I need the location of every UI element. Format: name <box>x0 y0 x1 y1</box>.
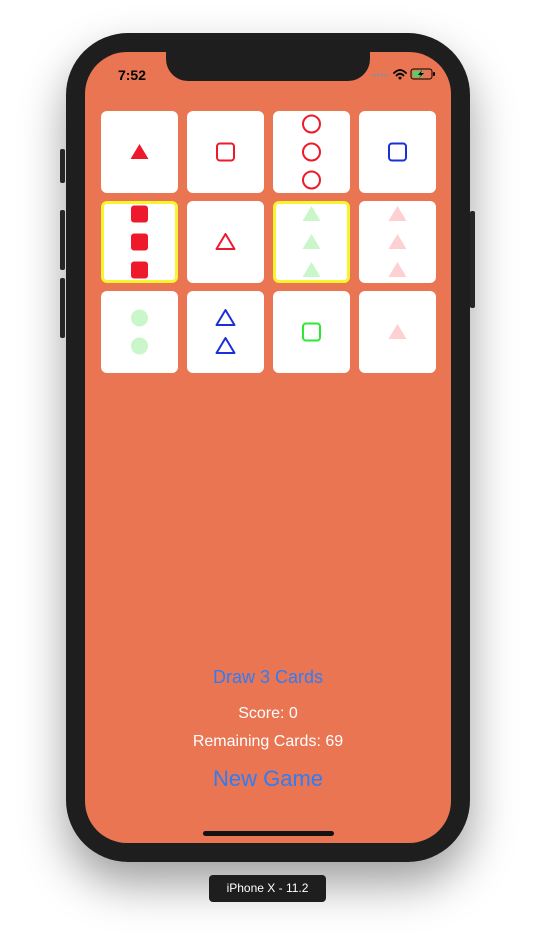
mute-switch <box>60 149 65 183</box>
circle-symbol-icon <box>131 309 148 327</box>
triangle-symbol-icon <box>130 144 149 159</box>
signal-icon <box>372 73 388 77</box>
triangle-symbol-icon <box>388 206 407 221</box>
card-symbols <box>302 206 321 277</box>
set-card[interactable] <box>359 291 436 373</box>
triangle-symbol-icon <box>388 262 407 277</box>
card-symbols <box>302 322 321 342</box>
card-symbols <box>216 142 235 162</box>
battery-charging-icon <box>410 68 435 80</box>
set-card[interactable] <box>359 201 436 283</box>
triangle-symbol-icon <box>388 324 407 339</box>
set-card[interactable] <box>273 201 350 283</box>
volume-down-button <box>60 278 65 338</box>
square-symbol-icon <box>216 142 235 162</box>
draw-3-cards-button[interactable]: Draw 3 Cards <box>85 667 451 688</box>
device-label: iPhone X - 11.2 <box>209 875 326 902</box>
circle-symbol-icon <box>302 170 321 190</box>
set-card[interactable] <box>187 111 264 193</box>
card-symbols <box>302 114 321 190</box>
triangle-symbol-icon <box>302 234 321 249</box>
status-icons <box>371 67 437 81</box>
square-symbol-icon <box>388 142 407 162</box>
home-indicator <box>203 831 334 836</box>
card-symbols <box>130 144 149 159</box>
set-card[interactable] <box>101 111 178 193</box>
triangle-symbol-icon <box>388 234 407 249</box>
square-symbol-icon <box>302 322 321 342</box>
square-symbol-icon <box>131 233 148 251</box>
side-button <box>470 211 475 308</box>
set-card[interactable] <box>273 111 350 193</box>
new-game-button[interactable]: New Game <box>85 766 451 792</box>
set-card[interactable] <box>101 291 178 373</box>
card-symbols <box>131 309 148 355</box>
circle-symbol-icon <box>302 142 321 162</box>
set-card[interactable] <box>101 201 178 283</box>
circle-symbol-icon <box>302 114 321 134</box>
score-label: Score: 0 <box>238 705 298 722</box>
status-time: 7:52 <box>117 67 147 83</box>
set-card[interactable] <box>187 291 264 373</box>
notch <box>166 52 370 81</box>
set-card[interactable] <box>359 111 436 193</box>
card-symbols <box>215 233 236 250</box>
set-card[interactable] <box>187 201 264 283</box>
card-symbols <box>388 324 407 339</box>
set-card[interactable] <box>273 291 350 373</box>
triangle-symbol-icon <box>302 206 321 221</box>
volume-up-button <box>60 210 65 270</box>
remaining-cards-label: Remaining Cards: 69 <box>192 733 344 750</box>
card-symbols <box>388 142 407 162</box>
wifi-icon <box>393 69 407 77</box>
square-symbol-icon <box>131 261 148 279</box>
triangle-symbol-icon <box>215 337 236 354</box>
card-symbols <box>131 205 148 279</box>
triangle-symbol-icon <box>215 309 236 326</box>
triangle-symbol-icon <box>302 262 321 277</box>
square-symbol-icon <box>131 205 148 223</box>
circle-symbol-icon <box>131 337 148 355</box>
app-screen: 7:52 Draw 3 Cards Score: 0 Remaining Car… <box>85 52 451 843</box>
card-symbols <box>215 309 236 354</box>
card-symbols <box>388 206 407 277</box>
triangle-symbol-icon <box>215 233 236 250</box>
